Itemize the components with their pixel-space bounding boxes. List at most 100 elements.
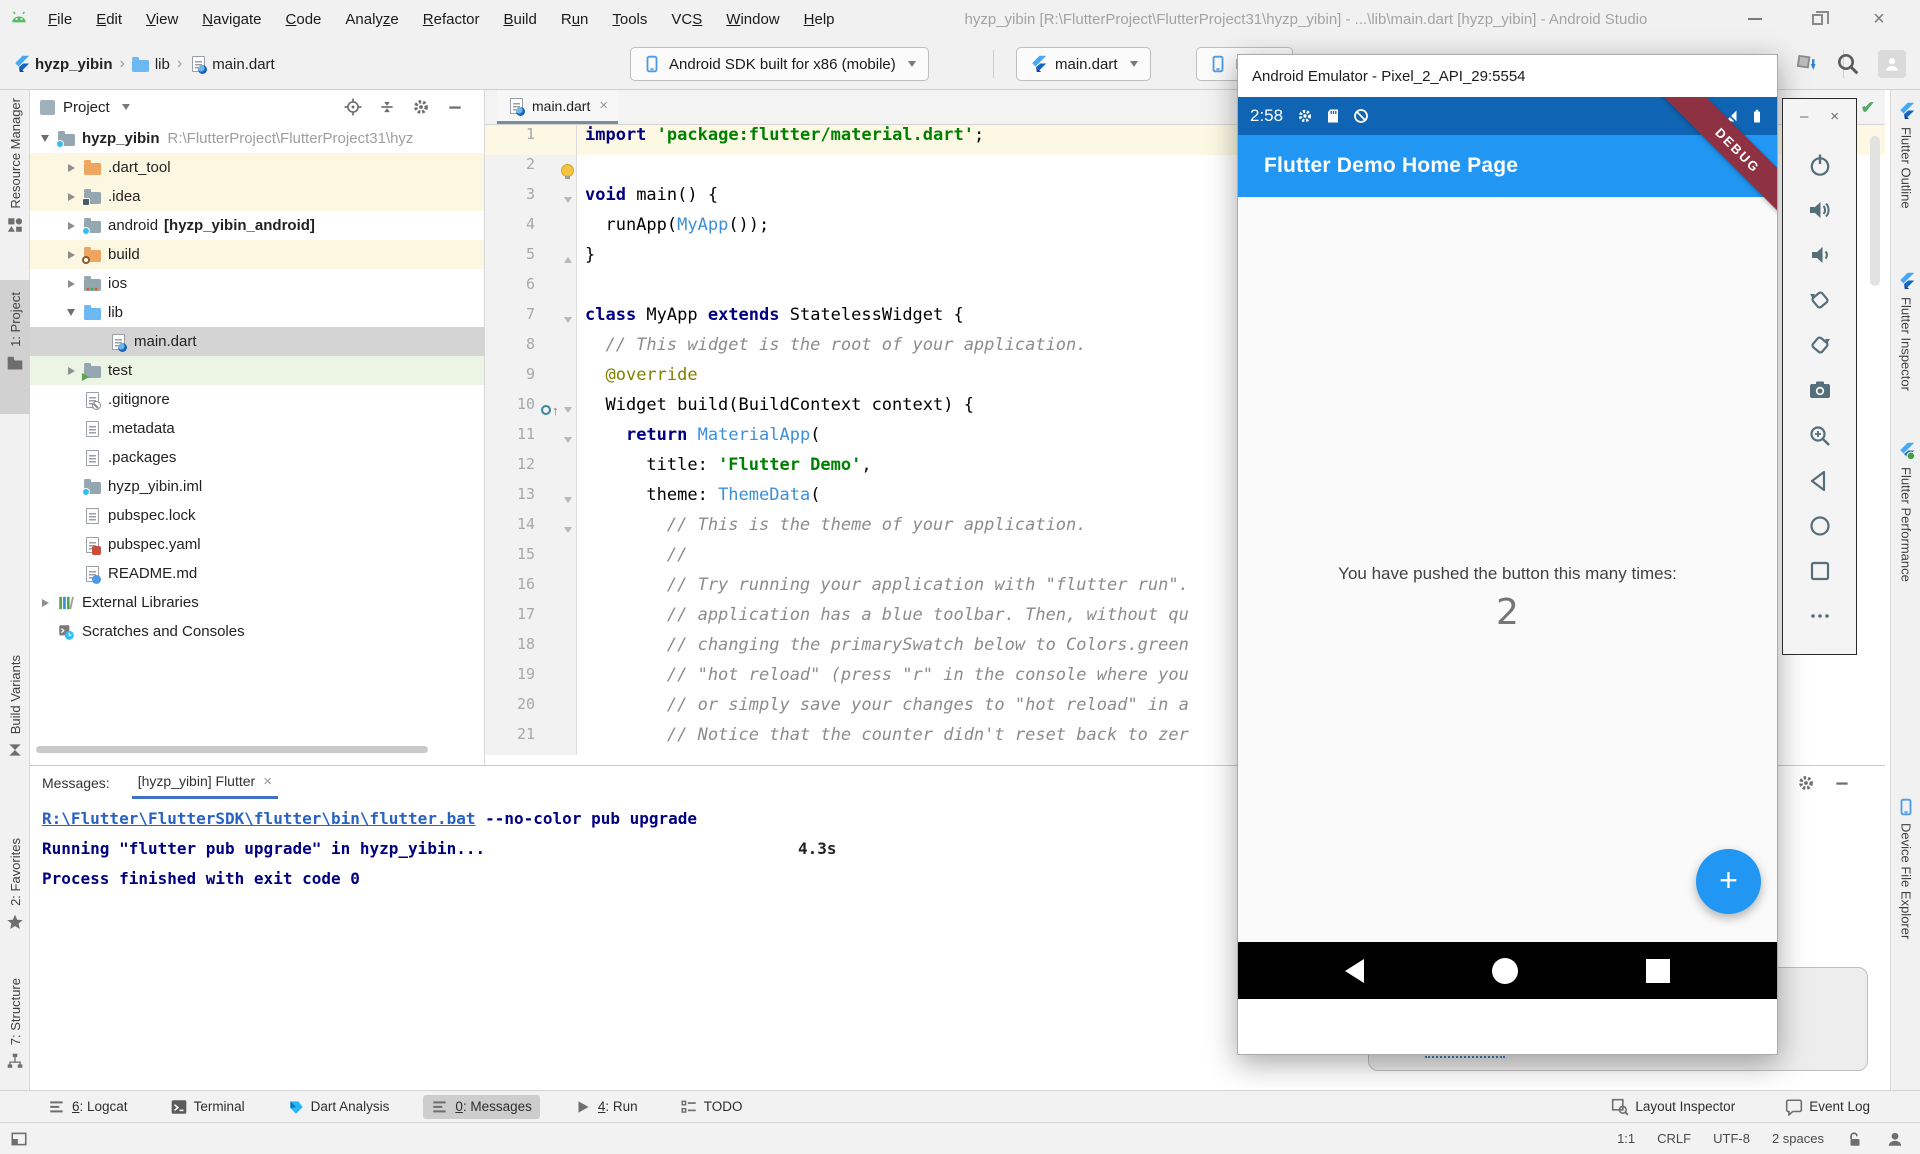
emulator-camera-button[interactable]	[1807, 377, 1833, 403]
unlock-icon[interactable]	[1846, 1130, 1864, 1148]
tree-item-hyzp-yibin-iml[interactable]: hyzp_yibin.iml	[30, 472, 484, 501]
menu-item-window[interactable]: Window	[716, 8, 789, 31]
status-widget-crlf[interactable]: CRLF	[1657, 1131, 1691, 1146]
emulator-screen[interactable]: 2:58 DEBUG Flutter Demo Home Page You ha…	[1238, 97, 1777, 1056]
menu-item-refactor[interactable]: Refactor	[413, 8, 490, 31]
expand-arrow-icon[interactable]	[64, 219, 78, 233]
tree-item-gitignore[interactable]: .gitignore	[30, 385, 484, 414]
project-horizontal-scrollbar[interactable]	[36, 746, 428, 753]
emulator-window[interactable]: Android Emulator - Pixel_2_API_29:5554 2…	[1237, 54, 1778, 1055]
tool-window-button-0-messages[interactable]: 0: Messages	[423, 1095, 540, 1119]
tool-window-button-terminal[interactable]: Terminal	[162, 1095, 253, 1119]
menu-item-edit[interactable]: Edit	[86, 8, 132, 31]
expand-arrow-icon[interactable]	[64, 161, 78, 175]
console-link[interactable]: R:\Flutter\FlutterSDK\flutter\bin\flutte…	[42, 809, 475, 828]
tool-window-button-6-logcat[interactable]: 6: Logcat	[40, 1095, 136, 1119]
emulator-zoom-button[interactable]	[1807, 423, 1833, 449]
tree-item-ios[interactable]: ios	[30, 269, 484, 298]
emulator-volume-up-button[interactable]	[1807, 197, 1833, 223]
maximize-button[interactable]	[1800, 7, 1834, 31]
breadcrumb-main-dart[interactable]: main.dart	[189, 55, 275, 73]
overview-button[interactable]	[1646, 959, 1670, 983]
editor-scrollbar[interactable]	[1870, 136, 1880, 286]
tree-item-hyzp-yibin[interactable]: hyzp_yibinR:\FlutterProject\FlutterProje…	[30, 124, 484, 153]
tool-window-button-4-run[interactable]: 4: Run	[566, 1095, 646, 1119]
menu-item-view[interactable]: View	[136, 8, 188, 31]
breadcrumb-hyzp-yibin[interactable]: hyzp_yibin	[12, 55, 113, 73]
menu-item-tools[interactable]: Tools	[602, 8, 657, 31]
tool-tab-2-favorites[interactable]: 2: Favorites	[0, 838, 30, 952]
emulator-back-button[interactable]	[1807, 468, 1833, 494]
close-button[interactable]: ×	[1862, 7, 1896, 31]
fold-marker-icon[interactable]	[559, 245, 577, 275]
messages-tab-flutter[interactable]: [hyzp_yibin] Flutter ×	[132, 766, 278, 799]
editor-tab-main-dart[interactable]: main.dart ×	[497, 90, 618, 124]
project-panel-title[interactable]: Project	[63, 99, 110, 116]
collapse-arrow-icon[interactable]	[38, 132, 52, 146]
inspections-ok-icon[interactable]: ✔	[1861, 98, 1875, 118]
menu-item-vcs[interactable]: VCS	[661, 8, 712, 31]
expand-arrow-icon[interactable]	[38, 596, 52, 610]
tree-item-packages[interactable]: .packages	[30, 443, 484, 472]
expand-arrow-icon[interactable]	[64, 364, 78, 378]
tool-tab-flutter-outline[interactable]: Flutter Outline	[1891, 102, 1920, 209]
user-icon[interactable]	[1886, 1130, 1904, 1148]
hide-icon[interactable]	[1833, 774, 1851, 792]
tool-tab-resource-manager[interactable]: Resource Manager	[0, 98, 30, 270]
tool-tab-flutter-performance[interactable]: Flutter Performance	[1891, 442, 1920, 582]
fold-marker-icon[interactable]	[559, 485, 577, 515]
menu-item-file[interactable]: File	[38, 8, 82, 31]
home-button[interactable]	[1492, 958, 1518, 984]
fold-marker-icon[interactable]	[559, 305, 577, 335]
fold-marker-icon[interactable]	[559, 185, 577, 215]
emulator-overview-button[interactable]	[1807, 558, 1833, 584]
device-selector-dropdown[interactable]: Android SDK built for x86 (mobile)	[630, 47, 929, 81]
tree-item-build[interactable]: build	[30, 240, 484, 269]
emulator-home-button[interactable]	[1807, 513, 1833, 539]
menu-item-run[interactable]: Run	[551, 8, 599, 31]
tree-item-idea[interactable]: .idea	[30, 182, 484, 211]
tool-tab-flutter-inspector[interactable]: Flutter Inspector	[1891, 272, 1920, 391]
expand-arrow-icon[interactable]	[64, 248, 78, 262]
override-indicator-icon[interactable]	[541, 405, 551, 415]
collapse-all-icon[interactable]	[378, 98, 396, 116]
tool-window-button-layout-inspector[interactable]: Layout Inspector	[1603, 1095, 1743, 1119]
minimize-button[interactable]	[1738, 7, 1772, 31]
emulator-rotate-left-button[interactable]	[1807, 287, 1833, 313]
panel-toggle-icon[interactable]	[10, 1130, 28, 1148]
tree-item-pubspec-yaml[interactable]: pubspec.yaml	[30, 530, 484, 559]
expand-arrow-icon[interactable]	[64, 277, 78, 291]
emulator-volume-down-button[interactable]	[1807, 242, 1833, 268]
back-button[interactable]	[1345, 959, 1364, 983]
tree-item-scratches-and-consoles[interactable]: Scratches and Consoles	[30, 617, 484, 646]
menu-item-help[interactable]: Help	[794, 8, 845, 31]
tool-tab-build-variants[interactable]: Build Variants	[0, 655, 30, 813]
emulator-close-button[interactable]: ×	[1830, 108, 1839, 125]
locate-icon[interactable]	[344, 98, 362, 116]
tool-window-button-todo[interactable]: TODO	[672, 1095, 751, 1119]
emulator-power-button[interactable]	[1807, 152, 1833, 178]
menu-item-build[interactable]: Build	[493, 8, 546, 31]
tool-tab-device-file-explorer[interactable]: Device File Explorer	[1891, 798, 1920, 939]
tree-item-metadata[interactable]: .metadata	[30, 414, 484, 443]
emulator-minimize-button[interactable]: –	[1800, 108, 1808, 125]
menu-item-analyze[interactable]: Analyze	[335, 8, 408, 31]
settings-icon[interactable]	[412, 98, 430, 116]
tree-item-external-libraries[interactable]: External Libraries	[30, 588, 484, 617]
tree-item-android[interactable]: android[hyzp_yibin_android]	[30, 211, 484, 240]
status-widget-1-1[interactable]: 1:1	[1617, 1131, 1635, 1146]
tool-tab-1-project[interactable]: 1: Project	[0, 280, 30, 414]
tree-item-test[interactable]: test	[30, 356, 484, 385]
run-config-dropdown[interactable]: main.dart	[1016, 47, 1151, 81]
close-icon[interactable]: ×	[599, 97, 608, 114]
settings-icon[interactable]	[1797, 774, 1815, 792]
tool-window-button-event-log[interactable]: Event Log	[1777, 1095, 1878, 1119]
chevron-down-icon[interactable]	[122, 104, 130, 110]
intention-bulb-icon[interactable]	[561, 164, 574, 177]
emulator-more-button[interactable]	[1807, 603, 1833, 629]
fold-marker-icon[interactable]	[559, 515, 577, 545]
menu-item-code[interactable]: Code	[276, 8, 332, 31]
tree-item-readme-md[interactable]: README.md	[30, 559, 484, 588]
tool-tab-7-structure[interactable]: 7: Structure	[0, 978, 30, 1102]
breadcrumb-lib[interactable]: lib	[132, 55, 170, 73]
